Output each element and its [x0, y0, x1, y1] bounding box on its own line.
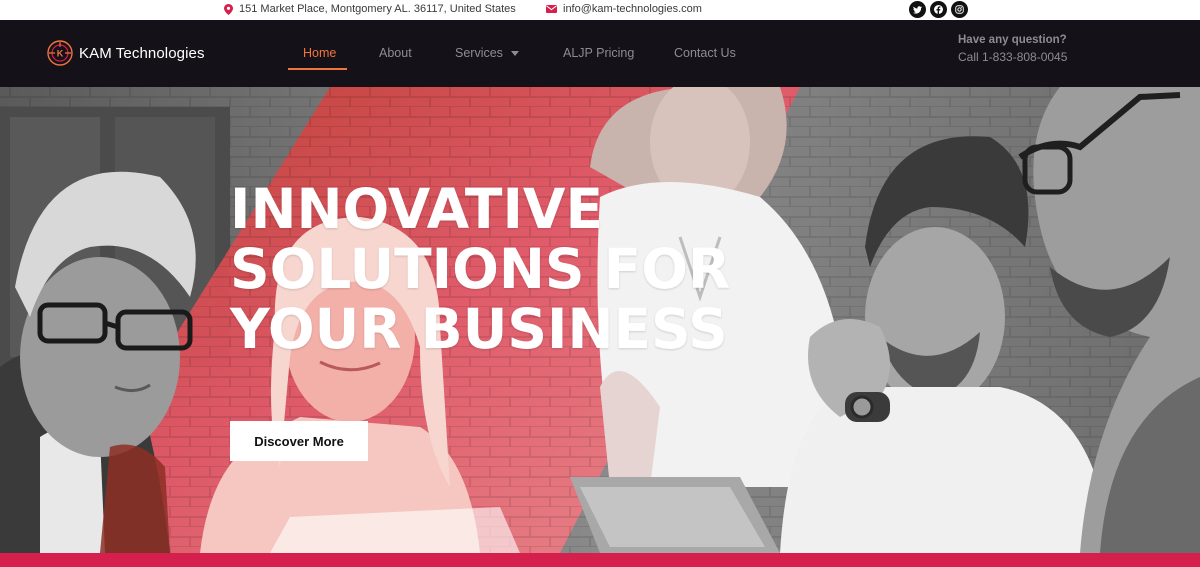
email-info[interactable]: info@kam-technologies.com [546, 3, 702, 15]
phone-link[interactable]: Call 1-833-808-0045 [958, 50, 1067, 64]
site-logo[interactable]: K KAM Technologies [46, 39, 205, 67]
bottom-accent-strip [0, 553, 1200, 567]
top-info-bar: 151 Market Place, Montgomery AL. 36117, … [0, 0, 1200, 20]
location-pin-icon [224, 3, 233, 15]
caret-down-icon [510, 50, 519, 56]
svg-text:K: K [57, 49, 64, 59]
email-text[interactable]: info@kam-technologies.com [563, 3, 702, 15]
hero-headline-line-3: YOUR BUSINESS [230, 297, 728, 361]
main-navbar: K KAM Technologies Home About Services A… [0, 20, 1200, 87]
address-text: 151 Market Place, Montgomery AL. 36117, … [239, 3, 516, 15]
question-title: Have any question? [958, 34, 1067, 46]
facebook-icon[interactable] [930, 1, 947, 18]
social-links [909, 1, 968, 18]
nav-services-label: Services [455, 46, 503, 60]
twitter-icon[interactable] [909, 1, 926, 18]
mail-icon [546, 5, 557, 13]
nav-services[interactable]: Services [455, 46, 519, 60]
discover-more-button[interactable]: Discover More [230, 421, 368, 461]
address-info: 151 Market Place, Montgomery AL. 36117, … [224, 3, 516, 15]
hero-headline: INNOVATIVE SOLUTIONS FOR YOUR BUSINESS [230, 179, 730, 359]
kam-logo-icon: K [47, 40, 73, 66]
active-nav-indicator [288, 68, 347, 70]
hero-section: INNOVATIVE SOLUTIONS FOR YOUR BUSINESS D… [0, 87, 1200, 553]
hero-headline-line-2: SOLUTIONS FOR [230, 237, 731, 301]
instagram-icon[interactable] [951, 1, 968, 18]
nav-contact-us[interactable]: Contact Us [674, 46, 736, 60]
nav-about[interactable]: About [379, 46, 412, 60]
logo-text: KAM Technologies [79, 44, 205, 62]
hero-headline-line-1: INNOVATIVE [230, 177, 604, 241]
nav-home[interactable]: Home [303, 46, 336, 60]
nav-aljp-pricing[interactable]: ALJP Pricing [563, 46, 634, 60]
contact-question: Have any question? Call 1-833-808-0045 [958, 34, 1067, 64]
